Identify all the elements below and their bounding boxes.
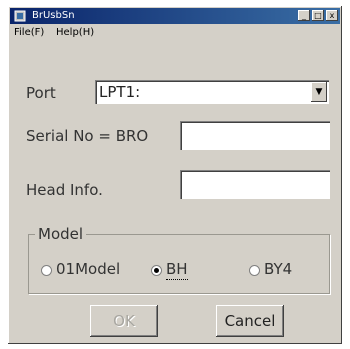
port-label: Port <box>26 84 56 102</box>
radio-01model-label[interactable]: 01Model <box>56 259 120 279</box>
radio-by4-label[interactable]: BY4 <box>264 259 292 279</box>
menu-file[interactable]: File(F) <box>12 25 46 41</box>
serial-input[interactable] <box>180 121 330 150</box>
ok-button[interactable]: OK <box>90 305 158 337</box>
serial-label: Serial No = BRO <box>26 127 149 145</box>
menu-help[interactable]: Help(H) <box>54 25 96 41</box>
model-legend: Model <box>35 224 87 244</box>
title-bar[interactable]: BrUsbSn _ □ x <box>10 8 340 24</box>
radio-selected-dot <box>154 268 159 273</box>
head-info-input[interactable] <box>180 170 330 199</box>
radio-bh-label[interactable]: BH <box>166 259 188 280</box>
radio-01model[interactable] <box>41 265 52 276</box>
menu-bar: File(F) Help(H) <box>10 25 340 41</box>
radio-bh[interactable] <box>151 265 162 276</box>
port-value: LPT1: <box>99 83 141 101</box>
minimize-button[interactable]: _ <box>298 10 310 21</box>
main-window: BrUsbSn _ □ x File(F) Help(H) Port LPT1:… <box>8 6 342 344</box>
model-group: Model 01Model BH BY4 <box>28 224 330 294</box>
head-info-label: Head Info. <box>26 181 103 199</box>
radio-by4[interactable] <box>249 265 260 276</box>
cancel-button[interactable]: Cancel <box>216 305 284 337</box>
maximize-button[interactable]: □ <box>312 10 324 21</box>
app-icon <box>14 10 26 22</box>
port-select[interactable]: LPT1: ▼ <box>95 80 329 104</box>
window-title: BrUsbSn <box>32 10 75 21</box>
close-button[interactable]: x <box>326 10 338 21</box>
chevron-down-icon[interactable]: ▼ <box>311 82 327 102</box>
